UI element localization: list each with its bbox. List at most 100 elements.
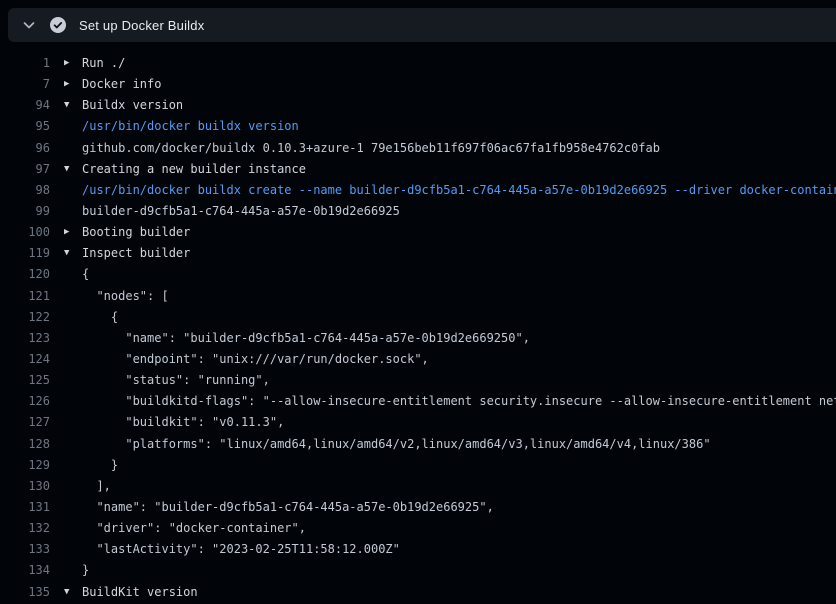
log-text: github.com/docker/buildx 0.10.3+azure-1 … <box>82 138 836 159</box>
log-line: 128 "platforms": "linux/amd64,linux/amd6… <box>0 434 836 455</box>
log-text: Creating a new builder instance <box>82 159 836 180</box>
log-line: 125 "status": "running", <box>0 370 836 391</box>
log-text: "buildkitd-flags": "--allow-insecure-ent… <box>82 391 836 412</box>
line-number[interactable]: 131 <box>0 497 50 518</box>
group-expanded-icon[interactable]: ▼ <box>50 159 82 180</box>
check-circle-icon <box>50 17 66 33</box>
line-number[interactable]: 127 <box>0 412 50 433</box>
marker-spacer <box>50 201 82 222</box>
log-group-line[interactable]: 94▼Buildx version <box>0 95 836 116</box>
log-text: Booting builder <box>82 222 836 243</box>
line-number[interactable]: 125 <box>0 370 50 391</box>
log-line: 130 ], <box>0 476 836 497</box>
log-line: 132 "driver": "docker-container", <box>0 518 836 539</box>
log-text: "nodes": [ <box>82 286 836 307</box>
marker-spacer <box>50 497 82 518</box>
marker-spacer <box>50 328 82 349</box>
line-number[interactable]: 129 <box>0 455 50 476</box>
log-line: 127 "buildkit": "v0.11.3", <box>0 412 836 433</box>
line-number[interactable]: 97 <box>0 159 50 180</box>
line-number[interactable]: 95 <box>0 116 50 137</box>
line-number[interactable]: 99 <box>0 201 50 222</box>
log-line: 123 "name": "builder-d9cfb5a1-c764-445a-… <box>0 328 836 349</box>
line-number[interactable]: 96 <box>0 138 50 159</box>
line-number[interactable]: 126 <box>0 391 50 412</box>
log-line: 120 { <box>0 264 836 285</box>
log-line: 131 "name": "builder-d9cfb5a1-c764-445a-… <box>0 497 836 518</box>
log-line: 129 } <box>0 455 836 476</box>
log-text: "status": "running", <box>82 370 836 391</box>
log-line: 98/usr/bin/docker buildx create --name b… <box>0 180 836 201</box>
log-line: 124 "endpoint": "unix:///var/run/docker.… <box>0 349 836 370</box>
marker-spacer <box>50 476 82 497</box>
log-text: builder-d9cfb5a1-c764-445a-a57e-0b19d2e6… <box>82 201 836 222</box>
log-text: Inspect builder <box>82 243 836 264</box>
log-text: Buildx version <box>82 95 836 116</box>
group-expanded-icon[interactable]: ▼ <box>50 243 82 264</box>
log-line: 96 github.com/docker/buildx 0.10.3+azure-… <box>0 138 836 159</box>
marker-spacer <box>50 180 82 201</box>
line-number[interactable]: 135 <box>0 582 50 603</box>
log-text: "lastActivity": "2023-02-25T11:58:12.000… <box>82 539 836 560</box>
line-number[interactable]: 94 <box>0 95 50 116</box>
log-line: 126 "buildkitd-flags": "--allow-insecure… <box>0 391 836 412</box>
line-number[interactable]: 122 <box>0 307 50 328</box>
log-group-line[interactable]: 7▶Docker info <box>0 74 836 95</box>
log-line: 134} <box>0 560 836 581</box>
marker-spacer <box>50 370 82 391</box>
log-text: { <box>82 264 836 285</box>
marker-spacer <box>50 307 82 328</box>
line-number[interactable]: 123 <box>0 328 50 349</box>
step-header[interactable]: Set up Docker Buildx <box>8 8 836 42</box>
log-group-line[interactable]: 97▼Creating a new builder instance <box>0 159 836 180</box>
marker-spacer <box>50 412 82 433</box>
group-expanded-icon[interactable]: ▼ <box>50 582 82 603</box>
marker-spacer <box>50 264 82 285</box>
group-collapsed-icon[interactable]: ▶ <box>50 222 82 243</box>
log-text: BuildKit version <box>82 582 836 603</box>
line-number[interactable]: 100 <box>0 222 50 243</box>
line-number[interactable]: 130 <box>0 476 50 497</box>
line-number[interactable]: 134 <box>0 560 50 581</box>
log-text: "name": "builder-d9cfb5a1-c764-445a-a57e… <box>82 328 836 349</box>
line-number[interactable]: 98 <box>0 180 50 201</box>
line-number[interactable]: 128 <box>0 434 50 455</box>
line-number[interactable]: 124 <box>0 349 50 370</box>
group-collapsed-icon[interactable]: ▶ <box>50 74 82 95</box>
log-text: /usr/bin/docker buildx version <box>82 116 836 137</box>
log-text: ], <box>82 476 836 497</box>
log-text: "driver": "docker-container", <box>82 518 836 539</box>
log-text: Run ./ <box>82 53 836 74</box>
group-collapsed-icon[interactable]: ▶ <box>50 53 82 74</box>
log-line: 133 "lastActivity": "2023-02-25T11:58:12… <box>0 539 836 560</box>
log-text: } <box>82 560 836 581</box>
line-number[interactable]: 119 <box>0 243 50 264</box>
chevron-down-icon[interactable] <box>21 17 37 33</box>
line-number[interactable]: 7 <box>0 74 50 95</box>
log-group-line[interactable]: 1▶Run ./ <box>0 53 836 74</box>
log-line: 95/usr/bin/docker buildx version <box>0 116 836 137</box>
line-number[interactable]: 132 <box>0 518 50 539</box>
log-line: 122 { <box>0 307 836 328</box>
step-title: Set up Docker Buildx <box>79 18 204 33</box>
log-text: { <box>82 307 836 328</box>
log-line: 99 builder-d9cfb5a1-c764-445a-a57e-0b19d2… <box>0 201 836 222</box>
line-number[interactable]: 1 <box>0 53 50 74</box>
group-expanded-icon[interactable]: ▼ <box>50 95 82 116</box>
marker-spacer <box>50 286 82 307</box>
log-group-line[interactable]: 100▶Booting builder <box>0 222 836 243</box>
log-group-line[interactable]: 135▼BuildKit version <box>0 582 836 603</box>
line-number[interactable]: 120 <box>0 264 50 285</box>
log-text: "buildkit": "v0.11.3", <box>82 412 836 433</box>
marker-spacer <box>50 518 82 539</box>
marker-spacer <box>50 539 82 560</box>
marker-spacer <box>50 349 82 370</box>
marker-spacer <box>50 138 82 159</box>
line-number[interactable]: 133 <box>0 539 50 560</box>
log-text: "endpoint": "unix:///var/run/docker.sock… <box>82 349 836 370</box>
marker-spacer <box>50 116 82 137</box>
log-text: "name": "builder-d9cfb5a1-c764-445a-a57e… <box>82 497 836 518</box>
line-number[interactable]: 121 <box>0 286 50 307</box>
log-group-line[interactable]: 119▼Inspect builder <box>0 243 836 264</box>
marker-spacer <box>50 434 82 455</box>
